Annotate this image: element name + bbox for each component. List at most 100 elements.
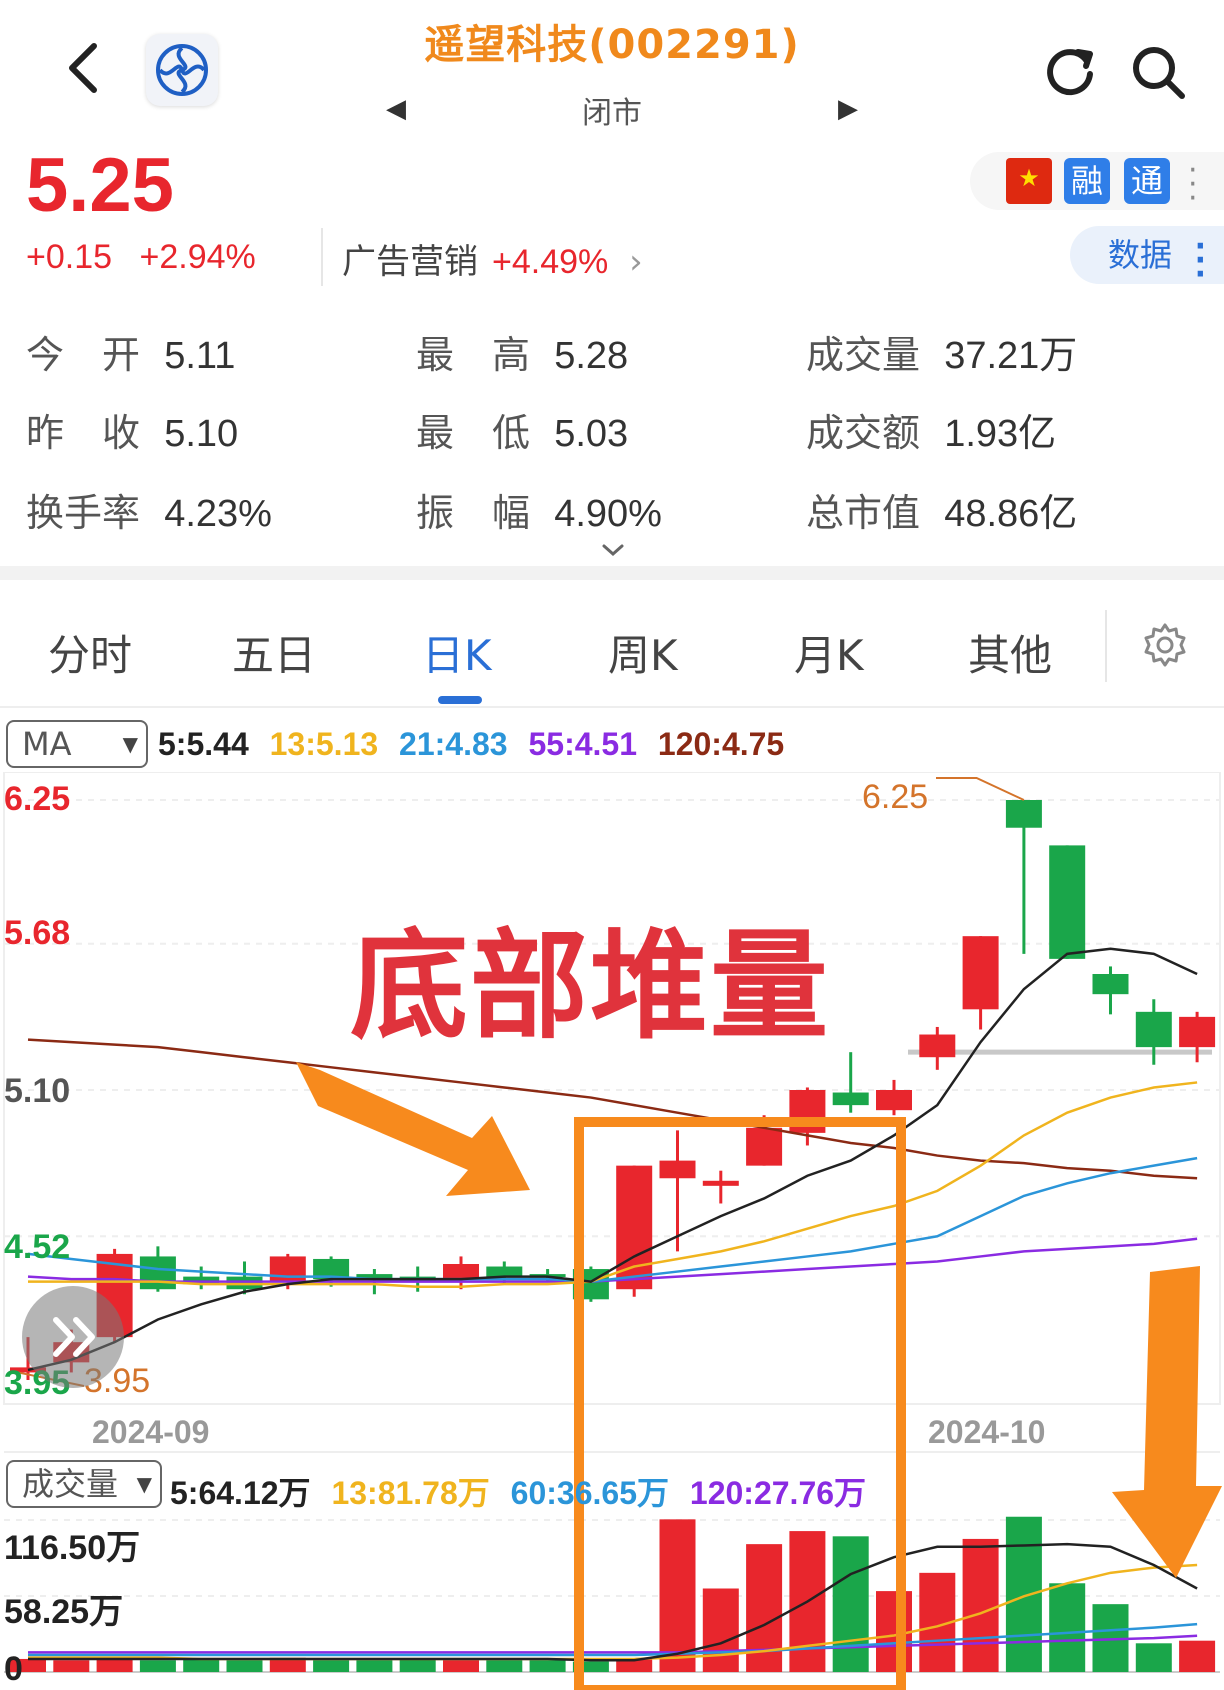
volume-bar — [832, 1536, 869, 1672]
volume-bar — [356, 1660, 393, 1672]
volume-bar — [443, 1660, 479, 1672]
more-icon: · · · — [1194, 229, 1206, 292]
candle-body — [226, 1276, 263, 1290]
candle-body — [876, 1090, 912, 1111]
margin-trading-badge[interactable]: 融 — [1064, 158, 1110, 204]
ma21-line — [27, 1156, 1198, 1283]
search-icon — [1133, 47, 1185, 99]
vol-ma120-value: 120:27.76万 — [689, 1475, 867, 1511]
stat-low: 最 低 5.03 — [416, 411, 629, 455]
candle-body — [919, 1034, 956, 1058]
stat-market-cap: 总市值 48.86亿 — [806, 491, 1078, 535]
max-marker-line — [936, 777, 1025, 801]
volume-bar — [1179, 1640, 1216, 1672]
ma21-value: 21:4.83 — [399, 726, 508, 762]
stat-turnover: 换手率 4.23% — [26, 491, 272, 535]
more-icon[interactable]: · · · — [1188, 156, 1198, 214]
china-flag-icon[interactable]: ★ — [1006, 158, 1052, 204]
refresh-button[interactable] — [1040, 42, 1100, 102]
candle-body — [269, 1256, 306, 1282]
volume-bar — [529, 1660, 566, 1672]
vol-ma60-value: 60:36.65万 — [510, 1475, 670, 1511]
vol-ma13-value: 13:81.78万 — [331, 1475, 490, 1511]
ma5-value: 5:5.44 — [158, 726, 249, 762]
volume-bar — [962, 1538, 999, 1672]
stat-open: 今 开 5.11 — [26, 333, 236, 377]
stat-amount: 成交额 1.93亿 — [806, 411, 1057, 455]
volume-bar — [659, 1519, 696, 1672]
stat-high: 最 高 5.28 — [416, 333, 629, 377]
tab-weekly-k[interactable]: 周K — [608, 622, 678, 683]
tab-daily-k[interactable]: 日K — [422, 622, 492, 683]
candle-body — [962, 936, 999, 1010]
candle-body — [1135, 1011, 1172, 1048]
volume-axis-label-top: 116.50万 — [4, 1529, 141, 1567]
volume-bar — [53, 1660, 90, 1672]
gear-icon — [1144, 623, 1186, 667]
volume-bar — [226, 1660, 263, 1672]
data-button[interactable]: 数据 · · · — [1070, 226, 1224, 292]
ma120-value: 120:4.75 — [657, 726, 785, 762]
candle-body — [659, 1160, 696, 1179]
y-axis-label: 4.52 — [4, 1228, 71, 1266]
ma55-value: 55:4.51 — [528, 726, 637, 762]
annotation-title: 底部堆量 — [350, 917, 831, 1055]
sector-name: 广告营销 — [342, 242, 478, 282]
next-stock-button[interactable]: ▶ — [838, 94, 858, 124]
candle-body — [443, 1264, 479, 1280]
sector-change: +4.49% — [492, 243, 609, 281]
indicator-select-value: MA — [22, 725, 72, 763]
volume-bar — [183, 1658, 220, 1672]
volume-bar — [139, 1660, 176, 1672]
y-axis-label: 5.10 — [4, 1072, 71, 1110]
tab-other[interactable]: 其他 — [968, 622, 1052, 683]
volume-bar — [1005, 1516, 1042, 1672]
volume-bar — [702, 1588, 739, 1672]
ma13-line — [28, 1081, 1198, 1288]
volume-bar — [1049, 1583, 1086, 1672]
stock-connect-badge[interactable]: 通 — [1124, 158, 1170, 204]
volume-indicator-select[interactable]: 成交量 ▼ — [6, 1460, 162, 1508]
chart-settings-button[interactable] — [1140, 620, 1190, 670]
volume-axis-label-zero: 0 — [4, 1650, 23, 1688]
y-axis-label: 5.68 — [4, 914, 71, 952]
refresh-icon — [1047, 49, 1093, 96]
chevron-down-icon — [602, 544, 624, 557]
divider — [1105, 610, 1107, 682]
ma-legend: 5:5.44 13:5.13 21:4.83 55:4.51 120:4.75 — [158, 726, 784, 763]
tab-monthly-k[interactable]: 月K — [794, 622, 864, 683]
volume-bar — [313, 1660, 350, 1672]
search-button[interactable] — [1128, 42, 1188, 102]
dropdown-arrow-icon: ▼ — [136, 1472, 152, 1496]
active-tab-indicator — [438, 696, 482, 704]
change-percent: +2.94% — [139, 238, 256, 276]
x-axis-date: 2024-10 — [928, 1414, 1046, 1450]
volume-select-value: 成交量 — [22, 1465, 119, 1503]
y-axis-label-top: 6.25 — [4, 780, 71, 818]
sector-link[interactable]: 广告营销 +4.49% › — [342, 234, 643, 283]
stat-volume: 成交量 37.21万 — [806, 333, 1078, 377]
volume-legend: 5:64.12万 13:81.78万 60:36.65万 120:27.76万 — [170, 1468, 866, 1514]
volume-bar — [96, 1658, 133, 1672]
volume-bar — [399, 1658, 436, 1672]
candle-body — [1005, 800, 1042, 828]
expand-button[interactable] — [598, 540, 628, 560]
candle-body — [1049, 845, 1086, 959]
candle-body — [1092, 974, 1129, 995]
tab-intraday[interactable]: 分时 — [48, 622, 132, 683]
candle-body — [486, 1266, 523, 1277]
x-axis-date: 2024-09 — [92, 1414, 210, 1450]
candle-body — [702, 1180, 739, 1186]
indicator-select[interactable]: MA ▼ — [6, 720, 148, 768]
arrow-annotation — [1112, 1266, 1222, 1578]
dropdown-arrow-icon: ▼ — [122, 732, 138, 756]
tab-five-day[interactable]: 五日 — [232, 622, 316, 683]
double-chevron-icon — [53, 1317, 95, 1357]
chevron-right-icon: › — [629, 242, 643, 282]
scroll-left-button[interactable] — [22, 1286, 124, 1388]
max-price-marker: 6.25 — [862, 778, 929, 816]
price-change: +0.15 +2.94% — [26, 238, 256, 277]
vol-ma5-value: 5:64.12万 — [170, 1475, 311, 1511]
ma13-value: 13:5.13 — [269, 726, 379, 762]
candle-body — [746, 1127, 783, 1166]
